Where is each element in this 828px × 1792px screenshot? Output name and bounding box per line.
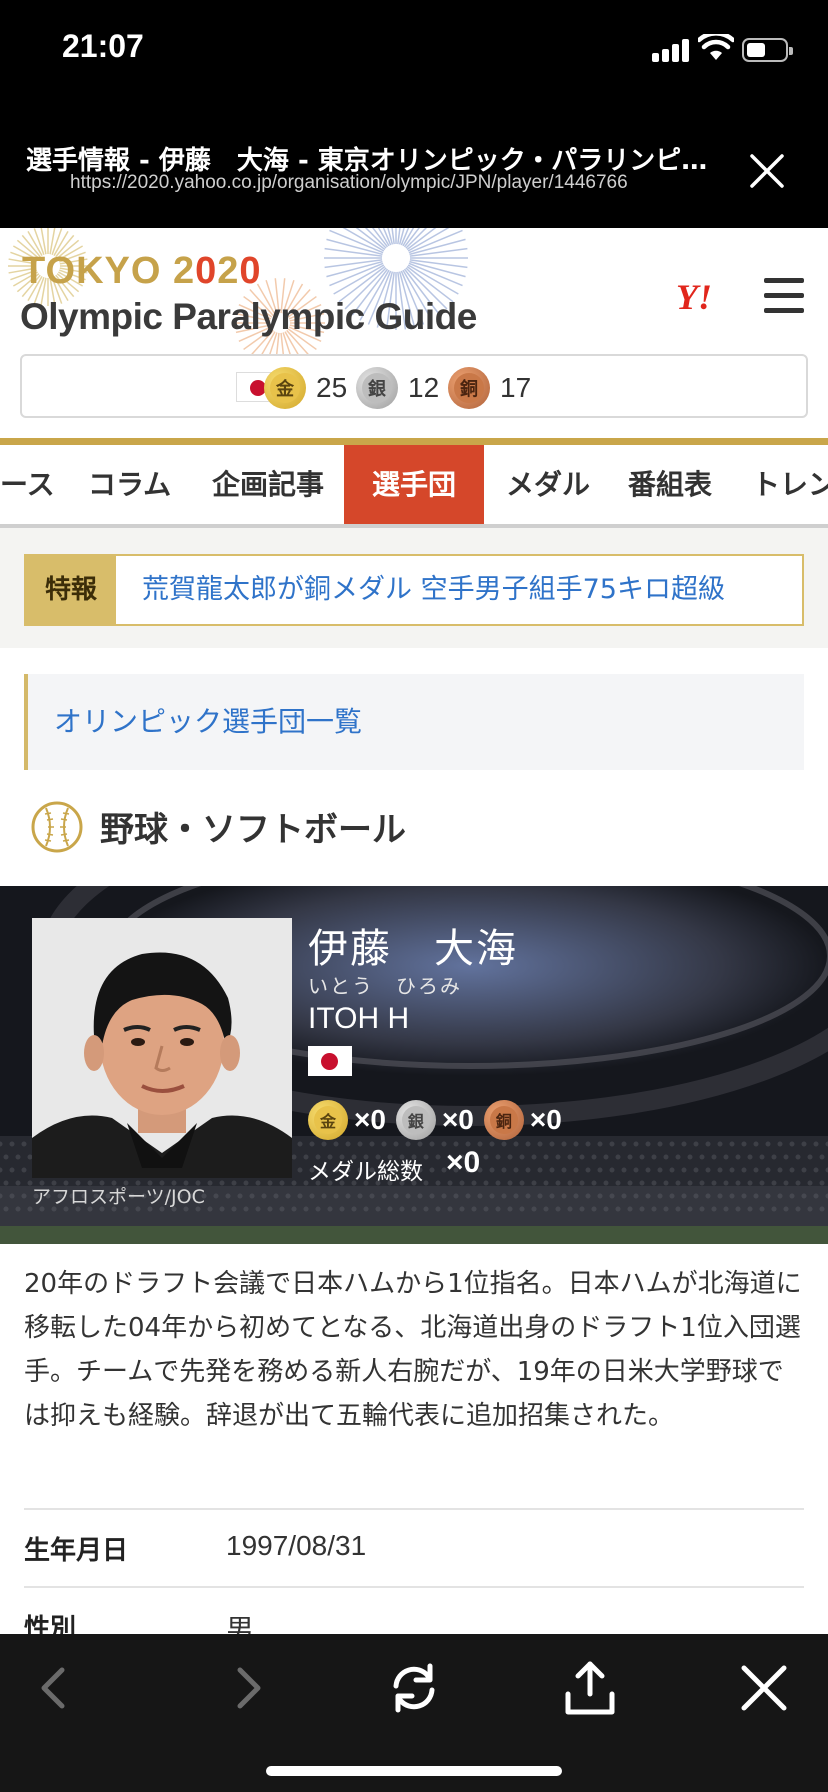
close-icon[interactable] xyxy=(746,150,788,192)
athlete-gold-count: ×0 xyxy=(354,1104,386,1135)
breaking-news[interactable]: 特報 荒賀龍太郎が銅メダル 空手男子組手75キロ超級 xyxy=(24,554,804,626)
nav-tabs: ース コラム 企画記事 選手団 メダル 番組表 トレン xyxy=(0,445,828,525)
silver-medal-icon: 銀 xyxy=(356,367,398,409)
site-logo-subtitle[interactable]: Olympic Paralympic Guide xyxy=(20,296,477,338)
athlete-photo xyxy=(32,918,292,1178)
bronze-medal-icon: 銅 xyxy=(483,1100,524,1140)
header-divider xyxy=(0,438,828,445)
profile-value: 1997/08/31 xyxy=(226,1530,367,1561)
gold-medal-tally: 金 25 xyxy=(264,366,347,410)
profile-label: 生年月日 xyxy=(24,1536,129,1566)
sport-title: 野球・ソフトボール xyxy=(100,810,406,850)
signal-icon xyxy=(652,38,692,62)
baseball-icon xyxy=(31,801,83,853)
tab-schedule[interactable]: 番組表 xyxy=(628,445,712,525)
wifi-icon xyxy=(698,34,734,60)
medal-tally[interactable]: 金 25 銀 12 銅 17 xyxy=(20,354,808,418)
tab-medals[interactable]: メダル xyxy=(506,445,590,525)
athlete-bio: 20年のドラフト会議で日本ハムから1位指名。日本ハムが北海道に移転した04年から… xyxy=(24,1269,802,1431)
athlete-medals: 金 ×0 銀 ×0 銅 ×0 xyxy=(308,1098,572,1142)
bronze-medal-tally: 銅 17 xyxy=(448,366,531,410)
gold-medal-icon: 金 xyxy=(308,1100,348,1140)
menu-icon[interactable] xyxy=(764,278,806,314)
forward-icon[interactable] xyxy=(218,1658,278,1718)
yahoo-logo[interactable]: Y! xyxy=(676,276,712,318)
gold-medal-icon: 金 xyxy=(264,367,306,409)
gold-count: 25 xyxy=(316,372,348,403)
site-logo-tokyo2020[interactable]: TOKYO 2020 xyxy=(22,250,262,293)
site-header: TOKYO 2020 Olympic Paralympic Guide Y! 金… xyxy=(0,228,828,438)
browser-toolbar xyxy=(0,1634,828,1792)
bronze-medal-icon: 銅 xyxy=(448,367,490,409)
status-time: 21:07 xyxy=(62,28,144,64)
battery-icon xyxy=(742,38,793,62)
bronze-count: 17 xyxy=(500,372,532,403)
browser-header: 選手情報 - 伊藤 大海 - 東京オリンピック・パラリンピック https://… xyxy=(0,100,828,228)
photo-credit: アフロスポーツ/JOC xyxy=(32,1186,205,1208)
back-icon[interactable] xyxy=(24,1658,84,1718)
breaking-news-area: 特報 荒賀龍太郎が銅メダル 空手男子組手75キロ超級 xyxy=(0,528,828,648)
tab-team[interactable]: 選手団 xyxy=(344,445,484,525)
share-icon[interactable] xyxy=(560,1658,620,1718)
silver-count: 12 xyxy=(408,372,440,403)
athlete-silver-count: ×0 xyxy=(441,1104,474,1135)
medal-total-label: メダル総数 xyxy=(308,1159,423,1185)
tab-news[interactable]: ース xyxy=(0,445,55,525)
athlete-name: 伊藤 大海 xyxy=(308,926,518,972)
team-list-link[interactable]: オリンピック選手団一覧 xyxy=(54,674,362,770)
page-url: https://2020.yahoo.co.jp/organisation/ol… xyxy=(70,172,628,193)
team-list-link-box[interactable]: オリンピック選手団一覧 xyxy=(24,674,804,770)
tab-features[interactable]: 企画記事 xyxy=(212,445,324,525)
home-indicator xyxy=(266,1766,562,1776)
tab-column[interactable]: コラム xyxy=(88,445,171,525)
close-icon[interactable] xyxy=(734,1658,794,1718)
reload-icon[interactable] xyxy=(384,1658,444,1718)
breaking-news-link[interactable]: 荒賀龍太郎が銅メダル 空手男子組手75キロ超級 xyxy=(142,556,725,624)
status-bar: 21:07 xyxy=(0,0,828,100)
breaking-news-badge: 特報 xyxy=(26,556,116,624)
profile-row-birthdate: 生年月日 1997/08/31 xyxy=(24,1508,804,1584)
tab-trends[interactable]: トレン xyxy=(752,445,828,525)
athlete-card: アフロスポーツ/JOC 伊藤 大海 いとう ひろみ ITOH H 金 ×0 銀 … xyxy=(0,886,828,1244)
medal-total-value: ×0 xyxy=(446,1146,481,1179)
athlete-name-kana: いとう ひろみ xyxy=(308,974,462,998)
athlete-bronze-count: ×0 xyxy=(529,1104,562,1135)
athlete-name-roman: ITOH H xyxy=(308,1002,410,1035)
silver-medal-tally: 銀 12 xyxy=(356,366,439,410)
silver-medal-icon: 銀 xyxy=(395,1100,436,1140)
japan-flag-icon xyxy=(308,1046,352,1076)
